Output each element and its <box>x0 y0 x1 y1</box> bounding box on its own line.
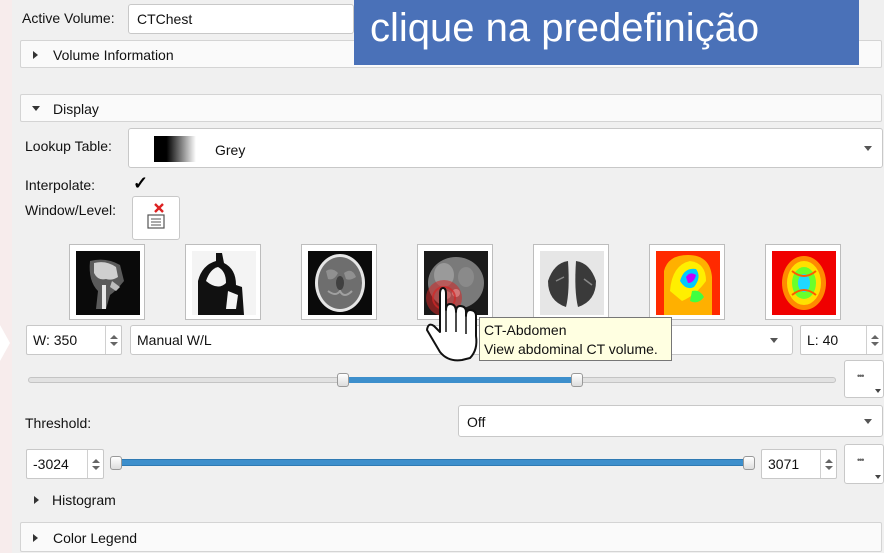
level-spinbox[interactable]: L: 40 <box>800 325 883 355</box>
window-level-mode-value: Manual W/L <box>137 332 212 348</box>
grey-colormap-icon <box>154 136 196 162</box>
chevron-down-icon <box>875 475 881 479</box>
expand-arrow-icon <box>33 534 38 542</box>
banner-text: clique na predefinição <box>370 6 760 50</box>
preset-pet[interactable] <box>649 244 725 320</box>
chevron-down-icon <box>864 419 872 424</box>
level-spin-buttons[interactable] <box>866 326 882 354</box>
threshold-label: Threshold: <box>25 415 92 431</box>
window-level-label: Window/Level: <box>25 202 117 218</box>
collapse-arrow-icon <box>32 106 40 111</box>
threshold-min-spinbox[interactable]: -3024 <box>26 449 104 479</box>
expand-arrow-icon <box>34 496 39 504</box>
threshold-select[interactable]: Off <box>458 405 883 437</box>
spin-up-icon <box>824 458 833 463</box>
volume-information-label: Volume Information <box>53 47 174 63</box>
threshold-max-spinbox[interactable]: 3071 <box>761 449 837 479</box>
preset-ct-bone[interactable] <box>69 244 145 320</box>
tooltip-text: View abdominal CT volume. <box>484 341 658 357</box>
lookup-table-label: Lookup Table: <box>25 138 112 154</box>
threshold-min-value: -3024 <box>33 456 69 472</box>
ct-air-preset-icon <box>192 251 256 315</box>
chevron-down-icon <box>875 389 881 393</box>
spin-down-icon <box>91 465 100 470</box>
interpolate-checkbox[interactable]: ✓ <box>132 173 150 193</box>
window-level-slider[interactable] <box>28 373 836 387</box>
ellipsis-icon: ••• <box>857 371 865 381</box>
preset-dti[interactable] <box>765 244 841 320</box>
preset-ct-brain[interactable] <box>301 244 377 320</box>
spin-up-icon <box>870 334 879 339</box>
slider-min-handle[interactable] <box>110 456 122 470</box>
lookup-table-select[interactable]: Grey <box>128 128 883 168</box>
threshold-max-value: 3071 <box>768 456 800 472</box>
window-level-reset-button[interactable] <box>132 196 180 240</box>
active-volume-select[interactable]: CTChest <box>128 4 354 34</box>
slider-max-handle[interactable] <box>743 456 755 470</box>
spin-down-icon <box>870 341 879 346</box>
window-level-more-button[interactable]: ••• <box>844 360 884 398</box>
pet-preset-icon <box>656 251 720 315</box>
dti-preset-icon <box>772 251 836 315</box>
preset-tooltip: CT-Abdomen View abdominal CT volume. <box>479 317 672 361</box>
preset-ct-air[interactable] <box>185 244 261 320</box>
threshold-min-spin-buttons[interactable] <box>87 450 103 478</box>
preset-ct-lung[interactable] <box>533 244 609 320</box>
color-legend-label: Color Legend <box>53 530 138 546</box>
threshold-range-slider[interactable] <box>110 456 755 470</box>
active-volume-label: Active Volume: <box>22 10 115 26</box>
slider-fill <box>343 377 577 383</box>
expand-arrow-icon <box>33 51 38 59</box>
spin-down-icon <box>109 341 118 346</box>
ellipsis-icon: ••• <box>857 455 865 465</box>
display-section-label: Display <box>53 101 99 117</box>
slider-min-handle[interactable] <box>337 373 350 387</box>
spin-up-icon <box>109 334 118 339</box>
histogram-section[interactable]: Histogram <box>20 488 882 512</box>
lookup-table-value: Grey <box>215 142 246 158</box>
left-edge-strip <box>0 0 12 553</box>
window-value: W: 350 <box>33 332 78 348</box>
chevron-down-icon <box>770 338 778 343</box>
spin-down-icon <box>824 465 833 470</box>
window-spinbox[interactable]: W: 350 <box>26 325 122 355</box>
interpolate-label: Interpolate: <box>25 177 96 193</box>
active-volume-value: CTChest <box>137 11 193 27</box>
hand-cursor-icon <box>426 280 478 362</box>
slider-fill <box>110 459 755 466</box>
color-legend-section[interactable]: Color Legend <box>20 522 882 552</box>
ct-bone-preset-icon <box>76 251 140 315</box>
instruction-banner: clique na predefinição <box>354 0 859 65</box>
window-level-icon <box>147 203 165 229</box>
threshold-more-button[interactable]: ••• <box>844 444 884 484</box>
tooltip-title: CT-Abdomen <box>484 322 567 338</box>
slider-max-handle[interactable] <box>570 373 583 387</box>
chevron-down-icon <box>864 146 872 151</box>
ct-lung-preset-icon <box>540 251 604 315</box>
left-edge-arrow <box>0 325 10 361</box>
threshold-max-spin-buttons[interactable] <box>820 450 836 478</box>
checkmark-icon: ✓ <box>133 173 149 193</box>
window-spin-buttons[interactable] <box>105 326 121 354</box>
display-section-header[interactable]: Display <box>20 94 882 122</box>
histogram-label: Histogram <box>52 492 116 508</box>
ct-brain-preset-icon <box>308 251 372 315</box>
threshold-value: Off <box>467 414 486 430</box>
spin-up-icon <box>91 458 100 463</box>
level-value: L: 40 <box>807 332 839 348</box>
